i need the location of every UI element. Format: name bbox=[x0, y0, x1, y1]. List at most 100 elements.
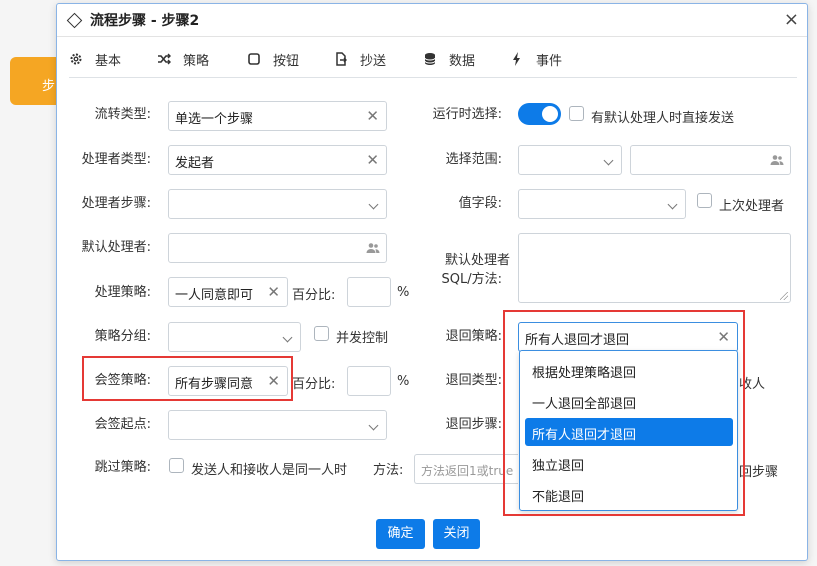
clear-icon[interactable]: ✕ bbox=[267, 283, 280, 301]
handler-step-label: 处理者步骤: bbox=[81, 196, 151, 211]
tab-strategy[interactable]: 策略 bbox=[157, 47, 209, 71]
runtime-select-toggle[interactable] bbox=[518, 103, 561, 125]
handler-type-select[interactable]: 发起者 ✕ bbox=[168, 145, 387, 175]
skip-same-person-checkbox[interactable] bbox=[169, 458, 184, 473]
direct-send-label: 有默认处理人时直接发送 bbox=[591, 111, 735, 126]
select-scope-type-select[interactable] bbox=[518, 145, 622, 175]
flow-type-label: 流转类型: bbox=[94, 107, 151, 122]
dropdown-option[interactable]: 不能退回 bbox=[525, 480, 733, 508]
default-handler-picker[interactable] bbox=[168, 233, 387, 263]
handle-policy-value: 一人同意即可 bbox=[175, 288, 254, 303]
dropdown-option-selected[interactable]: 所有人退回才退回 bbox=[525, 418, 733, 446]
default-sql-label-line2: SQL/方法: bbox=[441, 272, 503, 287]
diamond-icon bbox=[66, 12, 83, 28]
return-policy-dropdown: 根据处理策略退回 一人退回全部退回 所有人退回才退回 独立退回 不能退回 bbox=[519, 350, 738, 511]
clear-icon[interactable]: ✕ bbox=[366, 151, 379, 169]
select-scope-picker[interactable] bbox=[630, 145, 791, 175]
method-input[interactable]: 方法返回1或true bbox=[414, 454, 518, 484]
return-type-partial-label: 收人 bbox=[739, 377, 766, 392]
chevron-down-icon bbox=[667, 199, 678, 210]
database-icon bbox=[424, 53, 436, 65]
dropdown-option[interactable]: 一人退回全部退回 bbox=[525, 387, 733, 415]
chevron-down-icon bbox=[368, 199, 379, 210]
concurrent-control-checkbox[interactable] bbox=[314, 326, 329, 341]
resize-grip-icon[interactable] bbox=[780, 292, 788, 300]
return-type-label: 退回类型: bbox=[445, 373, 502, 388]
clear-icon[interactable]: ✕ bbox=[267, 372, 280, 390]
step-dialog: 流程步骤 - 步骤2 × 基本 策略 按钮 抄送 数据 事件 流转类型: 单选一… bbox=[56, 3, 808, 561]
last-handler-checkbox[interactable] bbox=[697, 193, 712, 208]
return-step-label: 退回步骤: bbox=[445, 417, 502, 432]
policy-group-select[interactable] bbox=[168, 322, 301, 352]
countersign-policy-value: 所有步骤同意 bbox=[175, 377, 254, 392]
users-icon[interactable] bbox=[366, 242, 380, 254]
tab-basic-label: 基本 bbox=[95, 53, 122, 69]
flow-type-select[interactable]: 单选一个步骤 ✕ bbox=[168, 101, 387, 131]
return-policy-select[interactable]: 所有人退回才退回 ✕ bbox=[518, 322, 738, 352]
shuffle-icon bbox=[158, 53, 171, 65]
tab-basic[interactable]: 基本 bbox=[69, 47, 121, 71]
dropdown-option[interactable]: 独立退回 bbox=[525, 449, 733, 477]
close-button[interactable]: 关闭 bbox=[433, 519, 480, 549]
square-icon bbox=[248, 53, 260, 65]
tab-cc-label: 抄送 bbox=[360, 53, 387, 69]
confirm-button[interactable]: 确定 bbox=[376, 519, 425, 549]
method-placeholder: 方法返回1或true bbox=[421, 464, 514, 478]
direct-send-checkbox[interactable] bbox=[569, 106, 584, 121]
close-icon[interactable]: × bbox=[784, 11, 799, 29]
handle-percent-input[interactable] bbox=[347, 277, 391, 307]
share-file-icon bbox=[336, 52, 347, 66]
method-label: 方法: bbox=[373, 463, 404, 478]
tab-events-label: 事件 bbox=[536, 53, 563, 69]
tab-cc[interactable]: 抄送 bbox=[334, 47, 386, 71]
handle-percent-label: 百分比: bbox=[292, 288, 336, 303]
tab-strategy-label: 策略 bbox=[183, 53, 210, 69]
return-step-partial-label: 回步骤 bbox=[739, 465, 779, 480]
value-field-select[interactable] bbox=[518, 189, 686, 219]
concurrent-control-label: 并发控制 bbox=[336, 331, 389, 346]
default-handler-label: 默认处理者: bbox=[81, 240, 151, 255]
runtime-select-label: 运行时选择: bbox=[432, 107, 502, 122]
select-scope-label: 选择范围: bbox=[445, 152, 502, 167]
policy-group-label: 策略分组: bbox=[94, 329, 151, 344]
skip-policy-label: 跳过策略: bbox=[94, 460, 151, 475]
handler-step-select[interactable] bbox=[168, 189, 387, 219]
gear-icon bbox=[70, 53, 82, 65]
flow-type-value: 单选一个步骤 bbox=[175, 112, 254, 127]
countersign-percent-label: 百分比: bbox=[292, 377, 336, 392]
tab-bar: 基本 策略 按钮 抄送 数据 事件 bbox=[69, 40, 797, 78]
handle-policy-label: 处理策略: bbox=[94, 285, 151, 300]
value-field-label: 值字段: bbox=[458, 196, 502, 211]
default-sql-label-line1: 默认处理者 bbox=[444, 253, 510, 268]
flow-node-label: 步 bbox=[42, 79, 56, 94]
bolt-icon bbox=[513, 52, 520, 66]
countersign-policy-label: 会签策略: bbox=[94, 373, 151, 388]
tab-events[interactable]: 事件 bbox=[510, 47, 562, 71]
chevron-down-icon bbox=[368, 420, 379, 431]
handler-type-value: 发起者 bbox=[175, 156, 215, 171]
tab-buttons[interactable]: 按钮 bbox=[247, 47, 299, 71]
default-sql-textarea[interactable] bbox=[518, 233, 791, 303]
handle-policy-select[interactable]: 一人同意即可 ✕ bbox=[168, 277, 288, 307]
handler-type-label: 处理者类型: bbox=[81, 152, 151, 167]
return-policy-value: 所有人退回才退回 bbox=[525, 333, 630, 348]
return-policy-label: 退回策略: bbox=[445, 329, 502, 344]
clear-icon[interactable]: ✕ bbox=[717, 328, 730, 346]
dialog-titlebar: 流程步骤 - 步骤2 bbox=[57, 4, 807, 37]
dropdown-option[interactable]: 根据处理策略退回 bbox=[525, 356, 733, 384]
clear-icon[interactable]: ✕ bbox=[366, 107, 379, 125]
dialog-title: 流程步骤 - 步骤2 bbox=[90, 13, 200, 29]
toggle-knob bbox=[542, 106, 558, 122]
countersign-percent-input[interactable] bbox=[347, 366, 391, 396]
tab-data-label: 数据 bbox=[449, 53, 476, 69]
countersign-start-select[interactable] bbox=[168, 410, 387, 440]
tab-buttons-label: 按钮 bbox=[273, 53, 300, 69]
countersign-start-label: 会签起点: bbox=[94, 417, 151, 432]
countersign-policy-select[interactable]: 所有步骤同意 ✕ bbox=[168, 366, 288, 396]
last-handler-label: 上次处理者 bbox=[719, 199, 785, 214]
chevron-down-icon bbox=[603, 155, 614, 166]
tab-data[interactable]: 数据 bbox=[423, 47, 475, 71]
chevron-down-icon bbox=[282, 332, 293, 343]
users-icon[interactable] bbox=[770, 154, 784, 166]
skip-same-person-label: 发送人和接收人是同一人时 bbox=[191, 463, 348, 478]
